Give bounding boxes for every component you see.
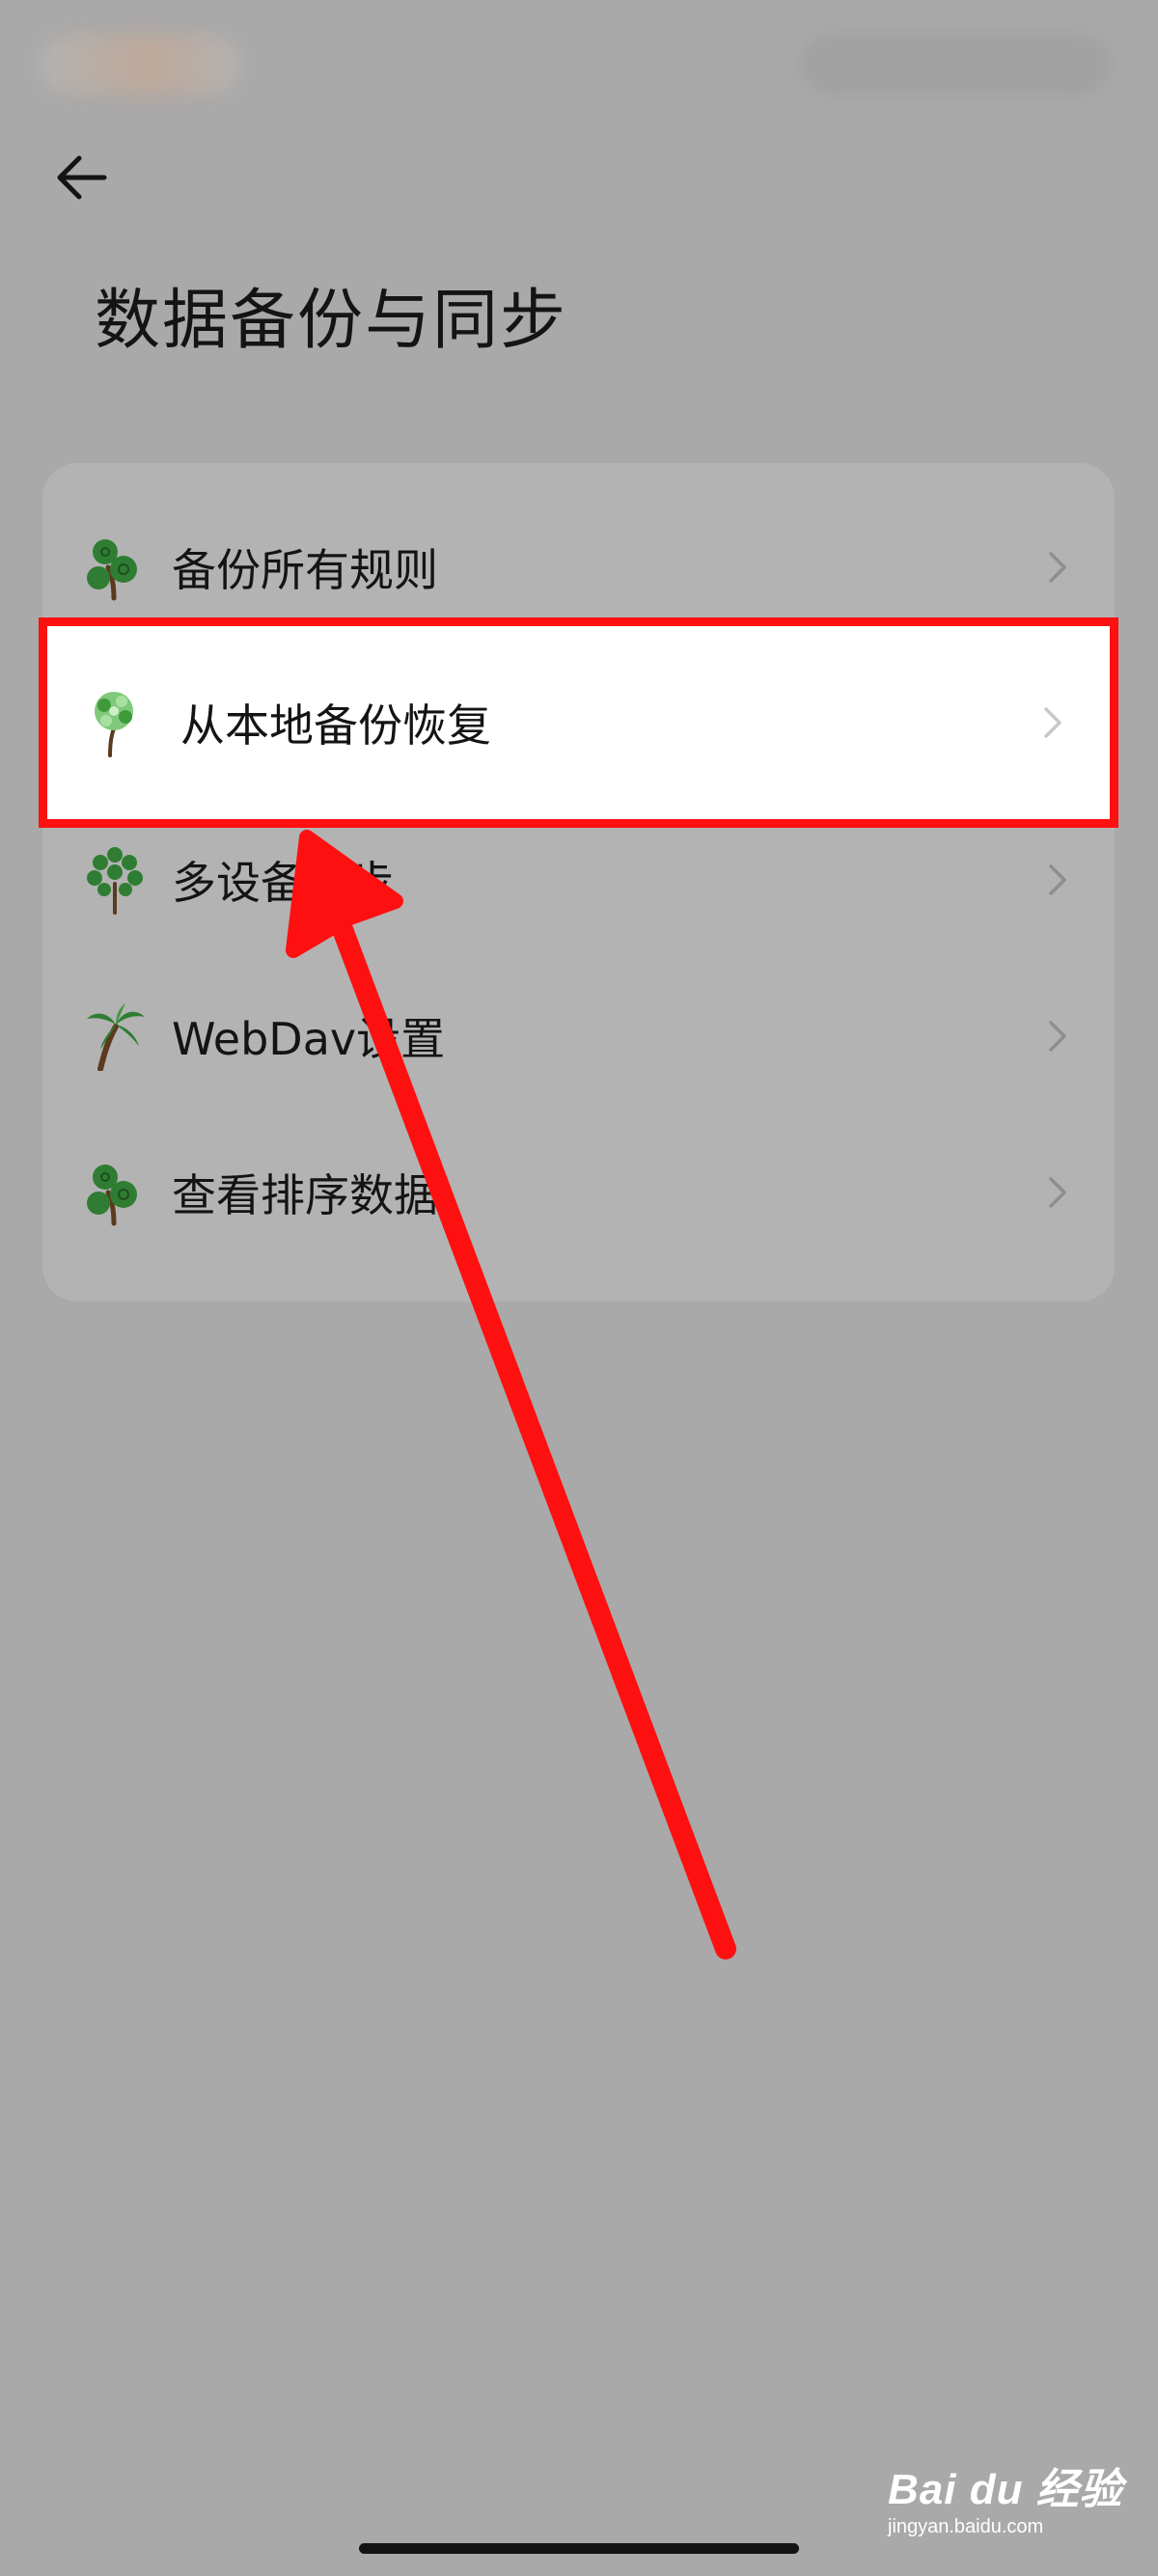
status-bar-left-blurred (39, 35, 241, 95)
menu-item-label: 备份所有规则 (172, 544, 438, 596)
menu-item-label: 查看排序数据 (172, 1169, 438, 1221)
watermark: Bai du 经验 jingyan.baidu.com (888, 2431, 1129, 2547)
menu-item-webdav-settings[interactable]: WebDav设置 (42, 958, 1115, 1114)
menu-item-label: WebDav设置 (172, 1013, 446, 1065)
watermark-brand: Bai du 经验 (888, 2466, 1123, 2513)
chevron-right-icon (1044, 707, 1062, 738)
back-arrow-icon (57, 155, 107, 200)
watermark-domain: jingyan.baidu.com (888, 2516, 1044, 2537)
palm-tree-icon (87, 1003, 145, 1071)
round-tree-icon (87, 1165, 137, 1226)
chevron-right-icon (1049, 552, 1066, 583)
chevron-right-icon (1049, 864, 1066, 895)
status-bar (0, 0, 1158, 135)
leafy-tree-icon (95, 692, 133, 757)
chevron-right-icon (1049, 1177, 1066, 1208)
menu-item-restore-from-local-backup[interactable]: 从本地备份恢复 (39, 617, 1118, 828)
menu-item-label: 从本地备份恢复 (180, 699, 491, 752)
round-tree-icon (87, 539, 137, 601)
dotted-tree-icon (87, 847, 143, 915)
menu-item-view-sort-data[interactable]: 查看排序数据 (42, 1114, 1115, 1271)
page-title: 数据备份与同步 (95, 283, 568, 359)
menu-item-multi-device-sync[interactable]: 多设备同步 (42, 802, 1115, 958)
back-button[interactable] (39, 135, 124, 220)
menu-item-label: 多设备同步 (172, 857, 394, 909)
status-bar-right-blurred (801, 35, 1110, 95)
chevron-right-icon (1049, 1021, 1066, 1052)
home-indicator[interactable] (359, 2543, 799, 2554)
